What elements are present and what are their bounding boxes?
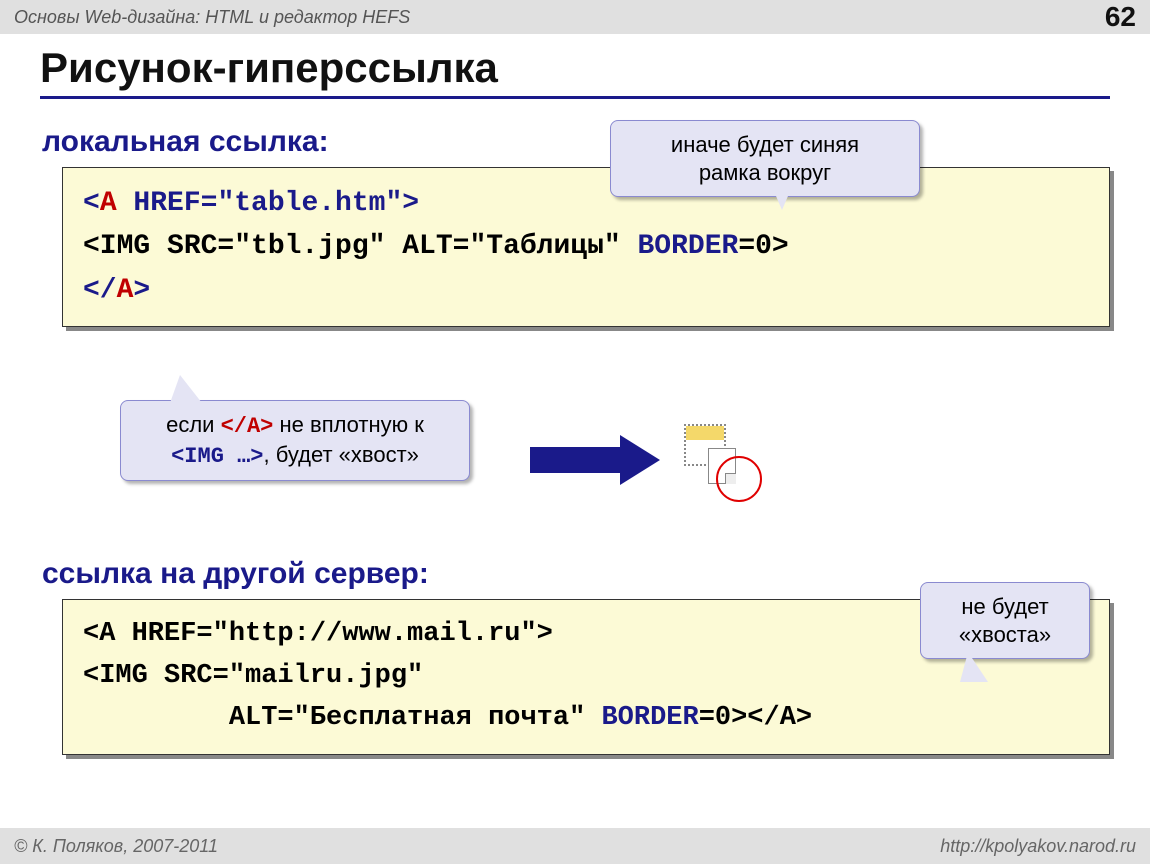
copyright: © К. Поляков, 2007-2011 — [14, 836, 218, 857]
footer-url: http://kpolyakov.narod.ru — [940, 836, 1136, 857]
header-bar: Основы Web-дизайна: HTML и редактор HEFS… — [0, 0, 1150, 34]
page-number: 62 — [1105, 1, 1136, 33]
slide-title: Рисунок-гиперссылка — [40, 44, 1110, 99]
callout-tail-icon — [770, 182, 794, 210]
arrow-right-icon — [530, 447, 620, 473]
callout-tail-icon — [170, 375, 202, 403]
code-example-1: <A HREF="table.htm"> <IMG SRC="tbl.jpg" … — [62, 167, 1110, 327]
footer-bar: © К. Поляков, 2007-2011 http://kpolyakov… — [0, 828, 1150, 864]
section-local-link: локальная ссылка: — [42, 125, 1110, 159]
image-tail-demo-icon — [680, 420, 760, 500]
callout-tail-note: если </A> не вплотную к <IMG …>, будет «… — [120, 400, 470, 481]
callout-no-tail-note: не будет «хвоста» — [920, 582, 1090, 659]
arrow-demo-group — [530, 420, 760, 500]
callout-border-note: иначе будет синяя рамка вокруг — [610, 120, 920, 197]
callout-tail-icon — [960, 652, 988, 682]
course-title: Основы Web-дизайна: HTML и редактор HEFS — [14, 7, 410, 28]
